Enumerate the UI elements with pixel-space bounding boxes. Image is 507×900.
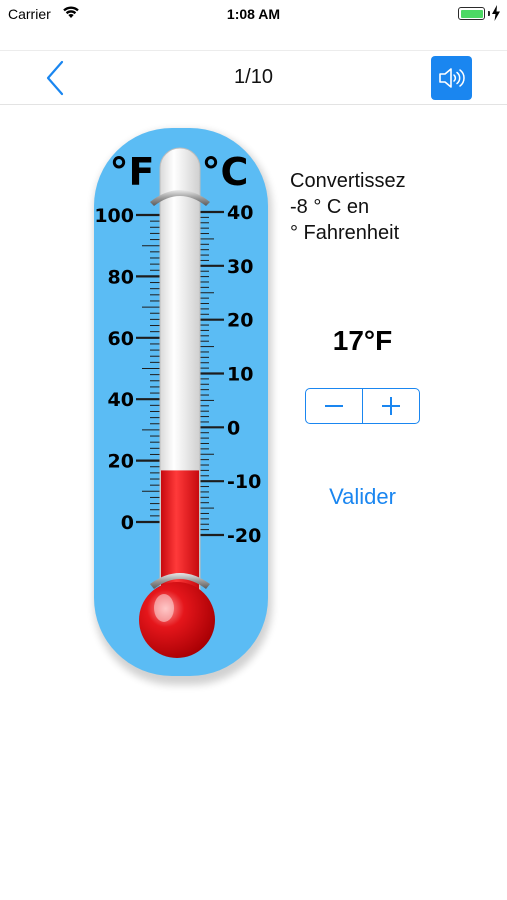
thermometer: °F °C 100806040200 403020100-10-20: [94, 128, 272, 685]
plus-icon: [382, 397, 400, 415]
celsius-unit-label: °C: [202, 150, 249, 194]
question-line-3: ° Fahrenheit: [290, 222, 400, 244]
status-bar: Carrier 1:08 AM: [0, 0, 507, 28]
battery-cap: [488, 11, 490, 16]
celsius-tick-label: 10: [227, 364, 253, 386]
minus-icon: [325, 405, 343, 407]
celsius-tick-label: 30: [227, 256, 253, 278]
charging-bolt-icon: [492, 5, 500, 21]
answer-value: 17°F: [332, 325, 393, 356]
sound-button[interactable]: [431, 56, 472, 100]
fahrenheit-tick-label: 80: [108, 266, 134, 288]
speaker-icon: [439, 68, 465, 88]
question-line-1: Convertissez: [290, 170, 406, 192]
celsius-tick-label: 20: [227, 310, 253, 332]
fahrenheit-tick-label: 60: [108, 328, 134, 350]
celsius-tick-label: -20: [227, 525, 261, 547]
question-line-2: -8 ° C en: [290, 196, 370, 218]
battery-icon: [458, 7, 485, 20]
celsius-tick-label: 0: [227, 417, 240, 439]
value-stepper: [305, 388, 420, 424]
fahrenheit-tick-label: 100: [94, 205, 134, 227]
status-time: 1:08 AM: [226, 6, 281, 22]
validate-button[interactable]: Valider: [300, 484, 425, 510]
thermometer-bulb: [139, 582, 215, 658]
fahrenheit-tick-label: 0: [121, 512, 134, 534]
fahrenheit-unit-label: °F: [110, 150, 155, 194]
question-text: Convertissez -8 ° C en ° Fahrenheit: [290, 168, 490, 246]
fahrenheit-tick-label: 40: [108, 389, 134, 411]
celsius-tick-label: -10: [227, 471, 261, 493]
increment-button[interactable]: [363, 389, 419, 423]
nav-bar: 1/10: [0, 50, 507, 105]
fahrenheit-tick-label: 20: [108, 451, 134, 473]
bulb-highlight: [154, 594, 174, 622]
decrement-button[interactable]: [306, 389, 363, 423]
celsius-tick-label: 40: [227, 202, 253, 224]
